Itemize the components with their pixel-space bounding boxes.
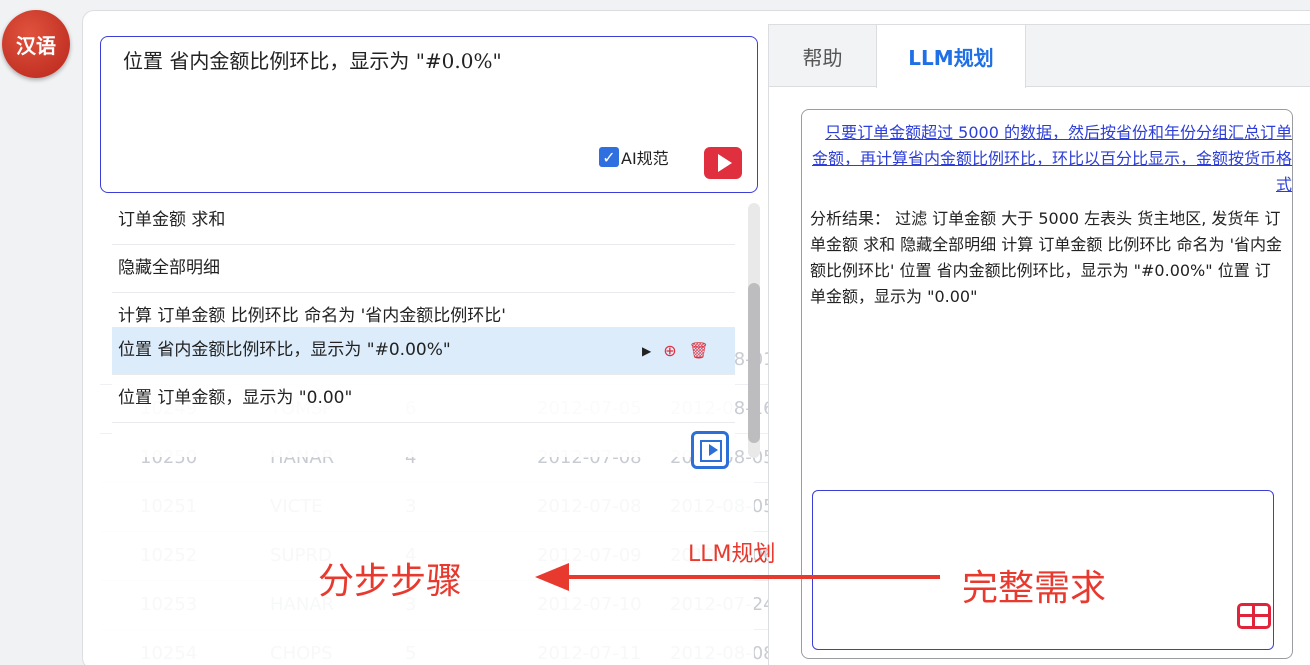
step-label: 位置 订单金额，显示为 "0.00": [118, 388, 353, 408]
ai-normalize-checkbox[interactable]: ✓ AI规范: [599, 145, 669, 169]
annotation-steps: 分步步骤: [318, 561, 463, 602]
step-tools: ▶ ⊕ 🗑: [642, 341, 709, 360]
annotation-full-requirement: 完整需求: [962, 568, 1107, 609]
annotation-arrow-line: [560, 575, 940, 579]
step-item-selected[interactable]: 位置 省内金额比例环比，显示为 "#0.00%" ▶ ⊕ 🗑: [112, 327, 735, 375]
scrollbar-thumb[interactable]: [748, 283, 760, 443]
step-label: 位置 省内金额比例环比，显示为 "#0.00%": [118, 340, 451, 360]
lock-icon[interactable]: ⊕: [663, 341, 676, 360]
command-input[interactable]: 位置 省内金额比例环比，显示为 "#0.0%" ✓ AI规范: [100, 36, 758, 193]
planning-grid-icon[interactable]: [1237, 603, 1271, 629]
checkbox-check-icon[interactable]: ✓: [599, 147, 619, 167]
apply-steps-icon[interactable]: [691, 431, 729, 469]
step-label: 计算 订单金额 比例环比 命名为 '省内金额比例环比': [118, 306, 506, 326]
analysis-result: 分析结果： 过滤 订单金额 大于 5000 左表头 货主地区, 发货年 订单金额…: [810, 209, 1283, 306]
ai-normalize-label: AI规范: [621, 149, 669, 168]
tab-help[interactable]: 帮助: [769, 25, 876, 87]
run-button[interactable]: [704, 147, 742, 179]
annotation-arrow-head: [535, 563, 569, 591]
annotation-llm: LLM规划: [688, 542, 776, 567]
language-badge[interactable]: 汉语: [2, 10, 70, 78]
step-item[interactable]: 隐藏全部明细: [112, 245, 735, 293]
step-item[interactable]: 位置 订单金额，显示为 "0.00": [112, 375, 735, 423]
delete-icon[interactable]: 🗑: [689, 341, 709, 360]
play-step-icon[interactable]: ▶: [642, 344, 651, 358]
step-list-scrollbar[interactable]: [748, 203, 760, 458]
requirement-link[interactable]: 只要订单金额超过 5000 的数据，然后按省份和年份分组汇总订单金额，再计算省内…: [810, 120, 1292, 198]
step-label: 隐藏全部明细: [118, 258, 220, 278]
command-text[interactable]: 位置 省内金额比例环比，显示为 "#0.0%": [123, 45, 502, 74]
tab-bar: 帮助 LLM规划: [769, 25, 1310, 88]
step-label: 订单金额 求和: [118, 210, 226, 230]
tab-llm-planning[interactable]: LLM规划: [876, 25, 1026, 88]
step-item[interactable]: 订单金额 求和: [112, 197, 735, 245]
step-list: 订单金额 求和 隐藏全部明细 计算 订单金额 比例环比 命名为 '省内金额比例环…: [112, 197, 735, 457]
